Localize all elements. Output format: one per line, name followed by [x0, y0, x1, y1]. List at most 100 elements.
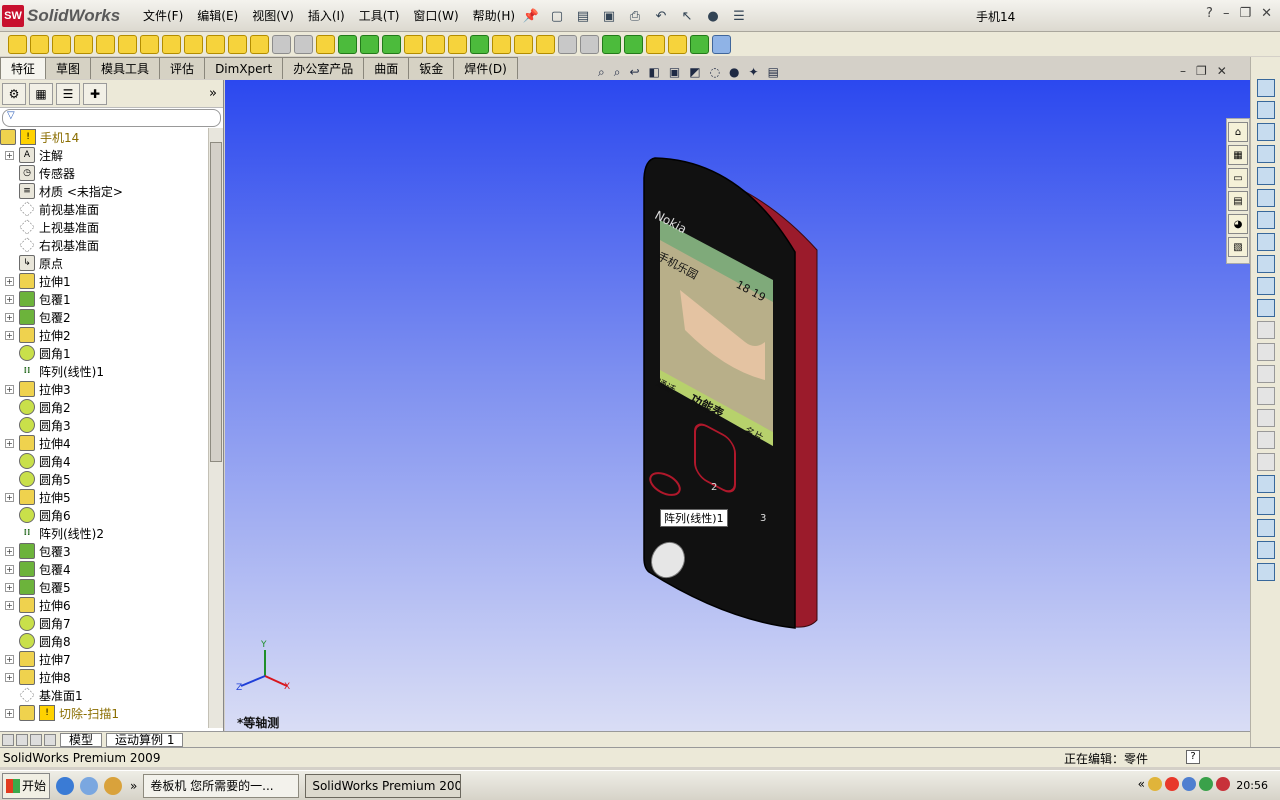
first-tab-icon[interactable] — [2, 733, 14, 746]
tab-features[interactable]: 特征 — [0, 57, 47, 79]
dimetric-view-icon[interactable] — [1256, 277, 1275, 295]
sketch-edit-icon[interactable] — [1256, 475, 1275, 493]
select-arrow-icon[interactable]: ↖ — [676, 5, 698, 27]
relations-icon[interactable] — [1256, 519, 1275, 537]
tree-item[interactable]: + 拉伸5 — [0, 488, 208, 506]
tree-item[interactable]: 右视基准面 — [0, 236, 208, 254]
flex-icon[interactable] — [470, 34, 489, 54]
file-explorer-icon[interactable]: ▭ — [1228, 168, 1248, 188]
dimxpert-manager-tab-icon[interactable]: ✚ — [83, 82, 107, 105]
open-folder-icon[interactable]: ▤ — [572, 5, 594, 27]
tree-item[interactable]: 圆角5 — [0, 470, 208, 488]
helix-icon[interactable] — [624, 34, 643, 54]
intersect-icon[interactable] — [536, 34, 555, 54]
security-icon[interactable] — [1182, 777, 1196, 791]
tree-item[interactable]: 圆角8 — [0, 632, 208, 650]
tree-item[interactable]: + 包覆5 — [0, 578, 208, 596]
tree-item[interactable]: + 拉伸3 — [0, 380, 208, 398]
rebuild-traffic-light-icon[interactable]: ● — [702, 5, 724, 27]
tab-surfaces[interactable]: 曲面 — [363, 57, 410, 79]
property-manager-tab-icon[interactable]: ▦ — [29, 82, 53, 105]
tree-root-part[interactable]: ! 手机14 — [0, 128, 208, 146]
wrap-tool-icon[interactable] — [448, 34, 467, 54]
right-view-icon[interactable] — [1256, 167, 1275, 185]
feature-tree-scrollbar[interactable] — [208, 128, 223, 728]
reference-geometry-icon[interactable] — [646, 34, 665, 54]
menu-tools[interactable]: 工具(T) — [352, 7, 407, 24]
linear-pattern-tool-icon[interactable] — [338, 34, 357, 54]
hole-wizard-icon[interactable] — [228, 34, 247, 54]
hide-show-items-icon[interactable]: ◌ — [710, 65, 720, 80]
expand-icon[interactable]: + — [5, 438, 14, 448]
tab-office-products[interactable]: 办公室产品 — [282, 57, 365, 79]
tree-item[interactable]: ≡ 材质 <未指定> — [0, 182, 208, 200]
trimetric-view-icon[interactable] — [1256, 255, 1275, 273]
previous-view-icon[interactable]: ↩ — [629, 65, 639, 80]
extruded-cut-icon[interactable] — [118, 34, 137, 54]
graphics-viewport[interactable]: Nokia 手机乐园 18 19 通话 功能表 名片 2 3 X Y Z 阵列(… — [225, 80, 1250, 731]
tree-item[interactable]: + 拉伸2 — [0, 326, 208, 344]
restore-icon[interactable]: ❐ — [1239, 6, 1251, 21]
appearances-icon[interactable]: ◕ — [1228, 214, 1248, 234]
split-icon[interactable] — [558, 34, 577, 54]
indent-icon[interactable] — [514, 34, 533, 54]
tree-item[interactable]: + 包覆3 — [0, 542, 208, 560]
menu-view[interactable]: 视图(V) — [245, 7, 301, 24]
view-palette-icon[interactable]: ▤ — [1228, 191, 1248, 211]
combine-icon[interactable] — [580, 34, 599, 54]
lofted-boss-icon[interactable] — [74, 34, 93, 54]
solidworks-logo[interactable]: SW SolidWorks — [2, 3, 122, 29]
menu-help[interactable]: 帮助(H) — [466, 7, 522, 24]
dome-icon[interactable] — [426, 34, 445, 54]
layer-2-icon[interactable] — [1256, 343, 1275, 361]
measure-icon[interactable] — [1256, 299, 1275, 317]
expand-icon[interactable]: + — [5, 330, 14, 340]
feature-filter-input[interactable]: ▽ — [2, 109, 221, 127]
shield-icon[interactable] — [1148, 777, 1162, 791]
normal-to-icon[interactable] — [1256, 79, 1275, 97]
view-orientation-icon[interactable]: ▣ — [669, 65, 680, 80]
menu-window[interactable]: 窗口(W) — [406, 7, 465, 24]
tree-item[interactable]: + 拉伸1 — [0, 272, 208, 290]
new-document-icon[interactable]: ▢ — [546, 5, 568, 27]
section-view-icon[interactable]: ◧ — [649, 65, 660, 80]
custom-properties-icon[interactable]: ▧ — [1228, 237, 1248, 257]
tree-item[interactable]: + 拉伸7 — [0, 650, 208, 668]
tree-item[interactable]: 圆角7 — [0, 614, 208, 632]
home-icon[interactable]: ⌂ — [1228, 122, 1248, 142]
layer-1-icon[interactable] — [1256, 321, 1275, 339]
options-icon[interactable]: ☰ — [728, 5, 750, 27]
freeform-icon[interactable] — [668, 34, 687, 54]
quick-launch-2-icon[interactable] — [80, 776, 98, 795]
draft-icon[interactable] — [404, 34, 423, 54]
tree-item[interactable]: ↳ 原点 — [0, 254, 208, 272]
qq-icon[interactable] — [1165, 777, 1179, 791]
scrollbar-thumb[interactable] — [210, 142, 222, 462]
design-library-icon[interactable]: ▦ — [1228, 145, 1248, 165]
tab-sketch[interactable]: 草图 — [45, 57, 92, 79]
tree-item[interactable]: 圆角2 — [0, 398, 208, 416]
expand-icon[interactable]: + — [5, 294, 14, 304]
zoom-to-area-icon[interactable]: ⌕ — [614, 65, 621, 80]
network-icon[interactable] — [1199, 777, 1213, 791]
taskbar-item-solidworks[interactable]: SolidWorks Premium 200... — [305, 773, 462, 798]
quick-launch-3-icon[interactable] — [104, 776, 122, 795]
edit-appearance-icon[interactable]: ● — [729, 65, 739, 80]
revolved-boss-icon[interactable] — [30, 34, 49, 54]
apply-scene-icon[interactable]: ✦ — [749, 65, 759, 80]
expand-icon[interactable]: + — [5, 582, 14, 592]
viewport-restore-icon[interactable]: ❐ — [1196, 64, 1207, 78]
tree-item[interactable]: ⁞⁞ 阵列(线性)1 — [0, 362, 208, 380]
back-view-icon[interactable] — [1256, 123, 1275, 141]
tree-item[interactable]: +! 切除-扫描1 — [0, 704, 208, 722]
tree-item[interactable]: 圆角1 — [0, 344, 208, 362]
tab-motion-study[interactable]: 运动算例 1 — [106, 732, 184, 747]
instant3d-icon[interactable] — [690, 34, 709, 54]
expand-icon[interactable]: + — [5, 600, 14, 610]
help-icon[interactable]: ? — [1206, 6, 1213, 21]
expand-icon[interactable]: + — [5, 492, 14, 502]
swept-boss-icon[interactable] — [52, 34, 71, 54]
rib-icon[interactable] — [294, 34, 313, 54]
tree-item[interactable]: 圆角6 — [0, 506, 208, 524]
taskbar-item-browser[interactable]: 卷板机 您所需要的一... — [143, 773, 300, 798]
